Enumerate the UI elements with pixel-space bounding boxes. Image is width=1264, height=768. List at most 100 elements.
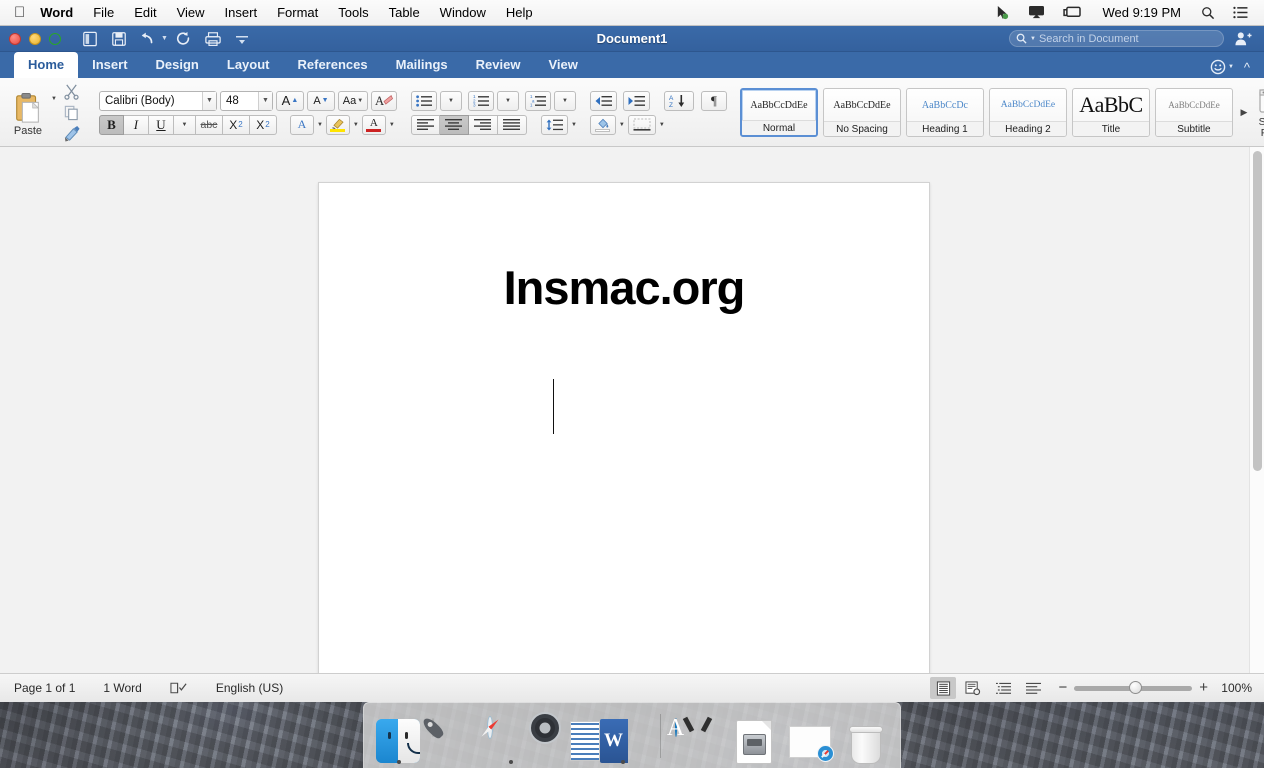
- style-normal[interactable]: AaBbCcDdEe Normal: [740, 88, 818, 137]
- scissors-icon[interactable]: [59, 82, 85, 101]
- shading-button[interactable]: [590, 115, 616, 135]
- zoom-out-button[interactable]: −: [1058, 683, 1067, 693]
- numbering-dropdown[interactable]: ▼: [497, 91, 519, 111]
- shading-caret-icon[interactable]: ▼: [619, 122, 625, 128]
- menu-edit[interactable]: Edit: [124, 0, 166, 26]
- tab-layout[interactable]: Layout: [213, 52, 284, 78]
- menu-insert[interactable]: Insert: [215, 0, 268, 26]
- borders-button[interactable]: [628, 115, 656, 135]
- search-scope-caret-icon[interactable]: ▼: [1030, 36, 1036, 42]
- airplay-display-icon[interactable]: [1020, 0, 1053, 26]
- align-left-button[interactable]: [411, 115, 440, 135]
- search-input[interactable]: [1039, 33, 1217, 45]
- text-effects-caret-icon[interactable]: ▼: [317, 122, 323, 128]
- clear-formatting-button[interactable]: A: [371, 91, 397, 111]
- show-formatting-marks-button[interactable]: ¶: [701, 91, 727, 111]
- underline-dropdown-button[interactable]: ▼: [174, 115, 196, 135]
- style-no-spacing[interactable]: AaBbCcDdEe No Spacing: [823, 88, 901, 137]
- chevron-down-icon[interactable]: ▼: [258, 92, 272, 110]
- style-title[interactable]: AaBbC Title: [1072, 88, 1150, 137]
- justify-button[interactable]: [498, 115, 527, 135]
- customize-toolbar-icon[interactable]: [229, 28, 255, 50]
- menu-window[interactable]: Window: [430, 0, 496, 26]
- line-spacing-button[interactable]: [541, 115, 568, 135]
- menu-format[interactable]: Format: [267, 0, 328, 26]
- undo-dropdown-caret-icon[interactable]: ▼: [161, 35, 168, 42]
- language-indicator[interactable]: English (US): [202, 681, 297, 695]
- dock-item-launchpad[interactable]: [431, 707, 479, 765]
- word-count[interactable]: 1 Word: [89, 681, 155, 695]
- increase-indent-button[interactable]: [623, 91, 650, 111]
- close-button[interactable]: [9, 33, 21, 45]
- list-lines-icon[interactable]: [1225, 0, 1256, 26]
- page-info[interactable]: Page 1 of 1: [0, 681, 89, 695]
- print-icon[interactable]: [200, 28, 226, 50]
- zoom-slider-track[interactable]: [1074, 686, 1192, 691]
- vertical-scrollbar[interactable]: [1249, 147, 1264, 673]
- dock-item-disk-image[interactable]: [730, 707, 778, 765]
- zoom-in-button[interactable]: +: [1199, 683, 1208, 693]
- tab-references[interactable]: References: [284, 52, 382, 78]
- bullets-dropdown[interactable]: ▼: [440, 91, 462, 111]
- apple-logo-icon[interactable]: : [0, 5, 38, 20]
- cursor-pointer-icon[interactable]: [987, 0, 1018, 26]
- add-person-icon[interactable]: [1230, 28, 1256, 50]
- smiley-icon[interactable]: ▼: [1210, 59, 1234, 75]
- menu-table[interactable]: Table: [379, 0, 430, 26]
- dock-item-safari[interactable]: [487, 707, 535, 765]
- font-size-combo[interactable]: 48 ▼: [220, 91, 273, 111]
- multilevel-dropdown[interactable]: ▼: [554, 91, 576, 111]
- smiley-caret-icon[interactable]: ▼: [1228, 64, 1234, 70]
- dock-item-downloaded-file[interactable]: [786, 707, 834, 765]
- font-color-caret-icon[interactable]: ▼: [389, 122, 395, 128]
- draft-view-button[interactable]: [1020, 677, 1046, 699]
- zoom-slider-knob[interactable]: [1129, 681, 1142, 694]
- tab-mailings[interactable]: Mailings: [382, 52, 462, 78]
- multilevel-list-button[interactable]: 1a1: [525, 91, 551, 111]
- undo-icon[interactable]: [135, 28, 161, 50]
- font-family-combo[interactable]: Calibri (Body) ▼: [99, 91, 217, 111]
- spell-check-icon[interactable]: [156, 681, 202, 695]
- menu-file[interactable]: File: [83, 0, 124, 26]
- document-canvas[interactable]: Insmac.org: [0, 147, 1264, 673]
- chevron-down-icon[interactable]: ▼: [202, 92, 216, 110]
- styles-gallery-next-button[interactable]: ▶: [1238, 107, 1250, 118]
- redo-icon[interactable]: [171, 28, 197, 50]
- text-effects-button[interactable]: A: [290, 115, 314, 135]
- menu-app-name[interactable]: Word: [38, 0, 83, 26]
- document-page[interactable]: Insmac.org: [318, 182, 930, 673]
- bold-button[interactable]: B: [99, 115, 124, 135]
- screen-sharing-icon[interactable]: [1055, 0, 1090, 26]
- minimize-button[interactable]: [29, 33, 41, 45]
- chevron-down-icon[interactable]: ▼: [357, 98, 363, 104]
- vertical-scrollbar-thumb[interactable]: [1253, 151, 1262, 471]
- menu-bar-clock[interactable]: Wed 9:19 PM: [1092, 5, 1191, 20]
- grow-font-button[interactable]: A ▲: [276, 91, 304, 111]
- borders-caret-icon[interactable]: ▼: [659, 122, 665, 128]
- tab-insert[interactable]: Insert: [78, 52, 141, 78]
- document-body-text[interactable]: Insmac.org: [319, 260, 929, 315]
- italic-button[interactable]: I: [124, 115, 149, 135]
- menu-help[interactable]: Help: [496, 0, 543, 26]
- print-layout-view-button[interactable]: [930, 677, 956, 699]
- collapse-ribbon-chevron-icon[interactable]: ^: [1238, 60, 1256, 75]
- zoom-level-value[interactable]: 100%: [1218, 681, 1252, 695]
- outline-view-button[interactable]: [990, 677, 1016, 699]
- zoom-button[interactable]: [49, 33, 61, 45]
- subscript-button[interactable]: X2: [223, 115, 250, 135]
- dock-item-app-store[interactable]: A: [674, 707, 722, 765]
- search-icon[interactable]: [1193, 0, 1223, 26]
- dock-item-finder[interactable]: [375, 707, 423, 765]
- font-color-button[interactable]: A: [362, 115, 386, 135]
- styles-pane-button[interactable]: 1 Styles Pane: [1258, 78, 1264, 147]
- save-icon[interactable]: [106, 28, 132, 50]
- tab-review[interactable]: Review: [462, 52, 535, 78]
- change-case-button[interactable]: Aa ▼: [338, 91, 368, 111]
- highlight-caret-icon[interactable]: ▼: [353, 122, 359, 128]
- paste-button[interactable]: Paste: [5, 88, 51, 137]
- format-painter-icon[interactable]: [59, 124, 85, 143]
- tab-home[interactable]: Home: [14, 52, 78, 78]
- sort-button[interactable]: AZ: [664, 91, 694, 111]
- menu-view[interactable]: View: [167, 0, 215, 26]
- shrink-font-button[interactable]: A ▼: [307, 91, 335, 111]
